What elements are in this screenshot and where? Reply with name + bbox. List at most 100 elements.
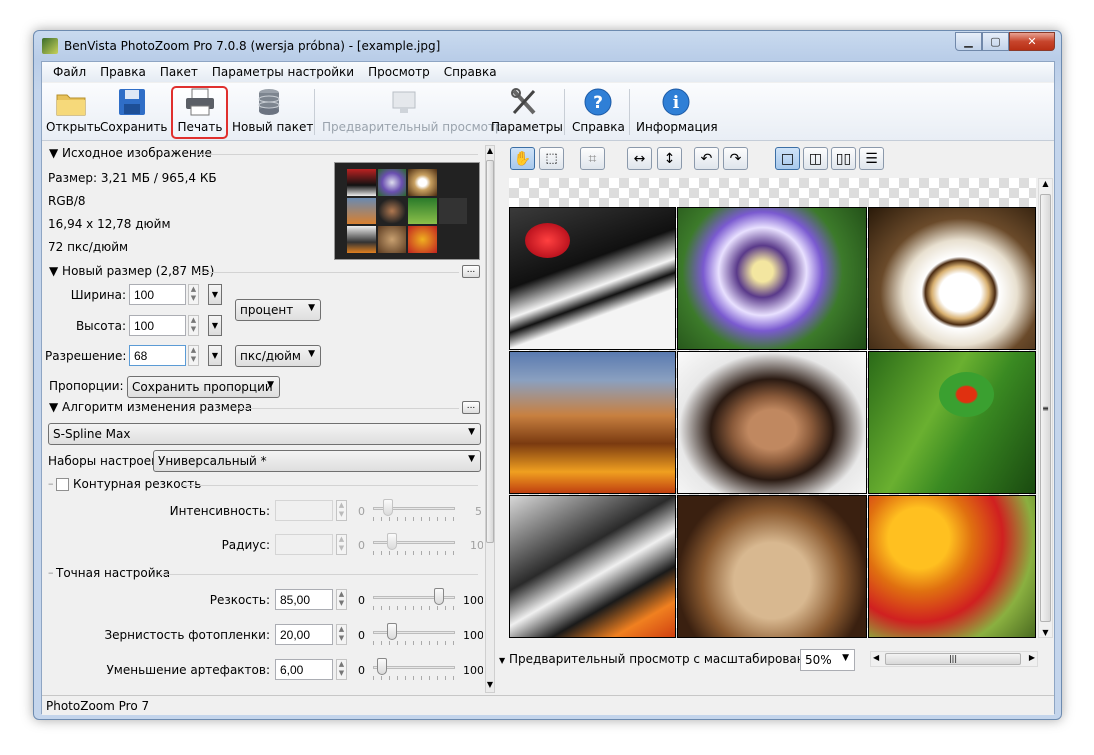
scroll-down-icon[interactable]: ▼ <box>486 680 494 692</box>
sharpness-input[interactable] <box>275 589 333 610</box>
artifacts-slider[interactable] <box>373 657 455 680</box>
sharpness-spinner[interactable]: ▲ ▼ <box>336 589 347 610</box>
help-button[interactable]: ? Справка <box>572 86 625 138</box>
resolution-dropdown-button[interactable]: ▼ <box>208 345 222 366</box>
height-input[interactable] <box>129 315 186 336</box>
info-button[interactable]: i Информация <box>636 86 718 138</box>
presets-select[interactable]: Универсальный * ▼ <box>153 450 481 472</box>
artifacts-input[interactable] <box>275 659 333 680</box>
rotate-right-button[interactable]: ↷ <box>723 147 748 170</box>
algorithm-select[interactable]: S-Spline Max ▼ <box>48 423 481 445</box>
intensity-spinner[interactable]: ▲ ▼ <box>336 500 347 521</box>
radius-max: 10 <box>470 539 483 552</box>
menu-batch[interactable]: Пакет <box>153 65 205 79</box>
title-bar[interactable]: BenVista PhotoZoom Pro 7.0.8 (wersja pró… <box>34 31 1061 61</box>
unsharp-checkbox[interactable] <box>56 478 69 491</box>
maximize-button[interactable]: ▢ <box>982 32 1009 51</box>
intensity-slider[interactable] <box>373 498 455 521</box>
single-view-button[interactable]: □ <box>775 147 800 170</box>
intensity-input[interactable] <box>275 500 333 521</box>
preview-button[interactable]: Предварительный просмотр <box>322 86 503 138</box>
grain-spinner[interactable]: ▲ ▼ <box>336 624 347 645</box>
radius-spinner[interactable]: ▲ ▼ <box>336 534 347 555</box>
grain-input[interactable] <box>275 624 333 645</box>
height-spinner[interactable]: ▲ ▼ <box>188 315 199 336</box>
minimize-button[interactable]: ▁ <box>955 32 982 51</box>
chevron-down-icon: ▼ <box>842 653 849 663</box>
sharpness-slider[interactable] <box>373 587 455 610</box>
photo-fruits <box>868 495 1036 638</box>
preview-canvas[interactable] <box>509 178 1036 638</box>
chevron-down-icon: ▼ <box>468 427 475 437</box>
close-button[interactable]: ✕ <box>1009 32 1055 51</box>
menu-edit[interactable]: Правка <box>93 65 153 79</box>
collapse-marker: – <box>48 566 54 579</box>
rotate-left-button[interactable]: ↶ <box>694 147 719 170</box>
window-title: BenVista PhotoZoom Pro 7.0.8 (wersja pró… <box>64 39 441 53</box>
scroll-right-icon[interactable]: ▶ <box>1029 653 1035 662</box>
artifacts-spinner[interactable]: ▲ ▼ <box>336 659 347 680</box>
scroll-up-icon[interactable]: ▲ <box>1039 179 1052 188</box>
print-button[interactable]: Печать <box>173 86 227 138</box>
flip-horizontal-button[interactable]: ↔ <box>627 147 652 170</box>
radius-label: Радиус: <box>221 538 270 552</box>
resolution-input[interactable] <box>129 345 186 366</box>
proportions-select[interactable]: Сохранить пропорции ▼ <box>127 376 280 398</box>
preview-hscroll[interactable]: ◀ ||| ▶ <box>870 651 1038 667</box>
source-res: 72 пкс/дюйм <box>48 240 129 254</box>
scroll-down-icon[interactable]: ▼ <box>1039 628 1052 637</box>
photo-woman-phone <box>677 351 867 494</box>
save-button[interactable]: Сохранить <box>100 86 168 138</box>
scroll-up-icon[interactable]: ▲ <box>486 146 494 158</box>
preview-vscroll[interactable]: ▲ ≡ ▼ <box>1038 178 1053 638</box>
radius-input[interactable] <box>275 534 333 555</box>
width-input[interactable] <box>129 284 186 305</box>
left-scrollbar[interactable]: ▲ ▼ <box>485 145 495 693</box>
radius-slider[interactable] <box>373 532 455 555</box>
scroll-down-icon[interactable]: ▼ <box>499 656 505 665</box>
printer-icon <box>184 86 216 118</box>
width-spinner[interactable]: ▲ ▼ <box>188 284 199 305</box>
chevron-down-icon: ▼ <box>267 380 274 390</box>
height-dropdown-button[interactable]: ▼ <box>208 315 222 336</box>
settings-button[interactable]: Параметры <box>491 86 563 138</box>
crop-tool-button[interactable]: ⌗ <box>580 147 605 170</box>
scroll-thumb[interactable]: ≡ <box>1040 194 1051 622</box>
flip-vertical-button[interactable]: ↕ <box>657 147 682 170</box>
stacked-view-button[interactable]: ☰ <box>859 147 884 170</box>
fine-section-title[interactable]: Точная настройка <box>56 566 170 580</box>
artifacts-label: Уменьшение артефактов: <box>106 663 270 677</box>
menu-file[interactable]: Файл <box>46 65 93 79</box>
split-view-button[interactable]: ◫ <box>803 147 828 170</box>
new-batch-button[interactable]: Новый пакет <box>232 86 313 138</box>
algo-section-header[interactable]: ▼ Алгоритм изменения размера <box>49 400 252 414</box>
panel-splitter[interactable]: ▲ ▼ <box>483 143 497 699</box>
source-thumbnail <box>334 162 480 260</box>
hand-icon: ✋ <box>513 150 532 167</box>
proportions-label: Пропорции: <box>49 379 124 393</box>
size-unit-select[interactable]: процент ▼ <box>235 299 321 321</box>
scroll-left-icon[interactable]: ◀ <box>873 653 879 662</box>
scroll-thumb[interactable] <box>486 160 494 543</box>
resolution-spinner[interactable]: ▲ ▼ <box>188 345 199 366</box>
menu-settings[interactable]: Параметры настройки <box>205 65 361 79</box>
hand-tool-button[interactable]: ✋ <box>510 147 535 170</box>
newsize-more-button[interactable]: ... <box>462 265 480 278</box>
zoom-label: Предварительный просмотр с масштабирован… <box>509 652 833 666</box>
select-tool-button[interactable]: ⬚ <box>539 147 564 170</box>
app-icon[interactable] <box>42 38 58 54</box>
sharpness-label: Резкость: <box>209 593 270 607</box>
newsize-section-header[interactable]: ▼ Новый размер (2,87 МБ) <box>49 264 214 278</box>
open-button[interactable]: Открыть <box>46 86 101 138</box>
menu-view[interactable]: Просмотр <box>361 65 437 79</box>
width-dropdown-button[interactable]: ▼ <box>208 284 222 305</box>
grain-slider[interactable] <box>373 622 455 645</box>
source-section-header[interactable]: ▼ Исходное изображение <box>49 146 212 160</box>
database-icon <box>253 86 285 118</box>
zoom-select[interactable]: 50% ▼ <box>800 649 855 671</box>
side-by-side-button[interactable]: ▯▯ <box>831 147 856 170</box>
scroll-thumb[interactable]: ||| <box>885 653 1021 665</box>
resolution-unit-select[interactable]: пкс/дюйм ▼ <box>235 345 321 367</box>
algo-more-button[interactable]: ... <box>462 401 480 414</box>
menu-help[interactable]: Справка <box>437 65 504 79</box>
